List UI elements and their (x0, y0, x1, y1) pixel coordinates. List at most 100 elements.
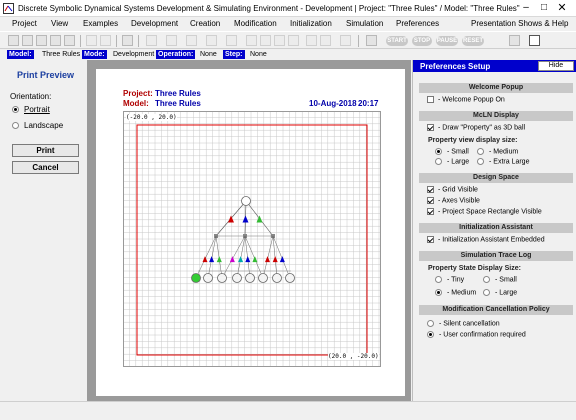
section-modification-cancellation: Modification Cancellation Policy (419, 305, 573, 315)
menu-modification[interactable]: Modification (234, 19, 277, 28)
trace-medium-label: - Medium (447, 289, 477, 297)
orientation-label: Orientation: (10, 92, 52, 101)
radio-selected-icon (435, 289, 442, 296)
save-as-icon[interactable] (64, 35, 75, 46)
page-model-label: Model: (123, 99, 149, 108)
welcome-popup-checkbox[interactable]: - Welcome Popup On (427, 96, 505, 103)
init-assistant-embedded-checkbox[interactable]: - Initialization Assistant Embedded (427, 236, 545, 243)
start-button[interactable]: START (386, 36, 408, 46)
hide-button[interactable]: Hide (538, 61, 574, 71)
landscape-label: Landscape (24, 121, 64, 130)
close-button[interactable]: ✕ (553, 1, 571, 15)
align-icon[interactable] (274, 35, 285, 46)
preview-page: Project: Three Rules Model: Three Rules … (96, 69, 405, 396)
menu-preferences[interactable]: Preferences (396, 19, 439, 28)
draw-3d-ball-checkbox[interactable]: - Draw "Property" as 3D ball (427, 124, 525, 131)
size-small-label: - Small (447, 148, 469, 156)
delete-icon[interactable] (306, 35, 317, 46)
create-arc-icon[interactable] (206, 35, 217, 46)
project-rect-visible-checkbox[interactable]: - Project Space Rectangle Visible (427, 208, 542, 215)
create-property-icon[interactable] (166, 35, 177, 46)
reset-button[interactable]: RESET (462, 36, 484, 46)
print-button[interactable]: Print (12, 144, 79, 157)
create-rule-icon[interactable] (246, 35, 257, 46)
property-node (203, 273, 213, 283)
portrait-label: Portrait (24, 105, 50, 114)
distribute-icon[interactable] (288, 35, 299, 46)
axes-visible-checkbox[interactable]: - Axes Visible (427, 197, 480, 204)
menu-development[interactable]: Development (131, 19, 178, 28)
create-condition-icon[interactable] (186, 35, 197, 46)
pause-button[interactable]: PAUSE (436, 36, 458, 46)
radio-unselected-icon (435, 276, 442, 283)
cursor-icon[interactable] (366, 35, 377, 46)
trace-tiny-radio[interactable]: - Tiny (435, 276, 464, 283)
trace-medium-radio[interactable]: - Medium (435, 289, 476, 296)
initialize-icon[interactable] (340, 35, 351, 46)
toolbar-separator (116, 35, 117, 47)
property-node (232, 273, 242, 283)
radio-selected-icon (435, 148, 442, 155)
step-value: None (250, 51, 267, 58)
menu-initialization[interactable]: Initialization (290, 19, 332, 28)
select-icon[interactable] (146, 35, 157, 46)
section-mcln-display: McLN Display (419, 111, 573, 121)
menu-creation[interactable]: Creation (190, 19, 220, 28)
open-project-icon[interactable] (22, 35, 33, 46)
radio-selected-icon (427, 331, 434, 338)
portrait-radio[interactable]: Portrait (12, 105, 50, 114)
trace-small-radio[interactable]: - Small (483, 276, 517, 283)
menu-presentation-help[interactable]: Presentation Shows & Help (471, 19, 568, 28)
landscape-radio[interactable]: Landscape (12, 121, 63, 130)
menu-examples[interactable]: Examples (83, 19, 118, 28)
coord-bottom-right: (20.0 , -20.0) (328, 353, 379, 360)
radio-unselected-icon (12, 122, 19, 130)
step-label: Step: (223, 50, 245, 59)
radio-unselected-icon (483, 289, 490, 296)
property-node (285, 273, 295, 283)
welcome-popup-label: - Welcome Popup On (438, 96, 505, 104)
size-large-radio[interactable]: - Large (435, 158, 469, 165)
size-extra-large-radio[interactable]: - Extra Large (477, 158, 529, 165)
user-confirmation-radio[interactable]: - User confirmation required (427, 331, 526, 338)
radio-selected-icon (12, 106, 19, 114)
size-small-radio[interactable]: - Small (435, 148, 469, 155)
size-medium-radio[interactable]: - Medium (477, 148, 518, 155)
trace-large-radio[interactable]: - Large (483, 289, 517, 296)
toolbar-separator (358, 35, 359, 47)
trace-small-label: - Small (495, 276, 517, 284)
redo-icon[interactable] (100, 35, 111, 46)
menu-simulation[interactable]: Simulation (346, 19, 383, 28)
open-model-icon[interactable] (36, 35, 47, 46)
grid-visible-checkbox[interactable]: - Grid Visible (427, 186, 478, 193)
preferences-header: Preferences Setup Hide (413, 60, 576, 72)
maximize-button[interactable]: □ (535, 1, 553, 15)
menu-view[interactable]: View (51, 19, 68, 28)
grid-layout-icon[interactable] (260, 35, 271, 46)
undo-icon[interactable] (86, 35, 97, 46)
property-view-size-label: Property view display size: (428, 137, 518, 144)
operation-label: Operation: (156, 50, 196, 59)
cancel-button[interactable]: Cancel (12, 161, 79, 174)
trace-large-label: - Large (495, 289, 518, 297)
minimize-button[interactable]: – (517, 1, 535, 15)
new-project-icon[interactable] (8, 35, 19, 46)
page-project-label: Project: (123, 89, 153, 98)
operation-value: None (200, 51, 217, 58)
property-state-size-label: Property State Display Size: (428, 265, 521, 272)
toolbar-separator (80, 35, 81, 47)
checkbox-checked-icon (427, 197, 434, 204)
save-icon[interactable] (50, 35, 61, 46)
help-book-icon[interactable] (529, 35, 540, 46)
create-fragment-icon[interactable] (226, 35, 237, 46)
stop-button[interactable]: STOP (412, 36, 432, 46)
copy-icon[interactable] (320, 35, 331, 46)
toolbar: START STOP PAUSE RESET (0, 31, 576, 49)
print-icon[interactable] (122, 35, 133, 46)
silent-cancellation-radio[interactable]: - Silent cancellation (427, 320, 500, 327)
print-preview-panel: Print Preview Orientation: Portrait Land… (0, 60, 86, 401)
checkbox-checked-icon (427, 124, 434, 131)
menu-project[interactable]: Project (12, 19, 37, 28)
page-date: 10-Aug-2018 (309, 99, 357, 108)
preferences-icon[interactable] (509, 35, 520, 46)
